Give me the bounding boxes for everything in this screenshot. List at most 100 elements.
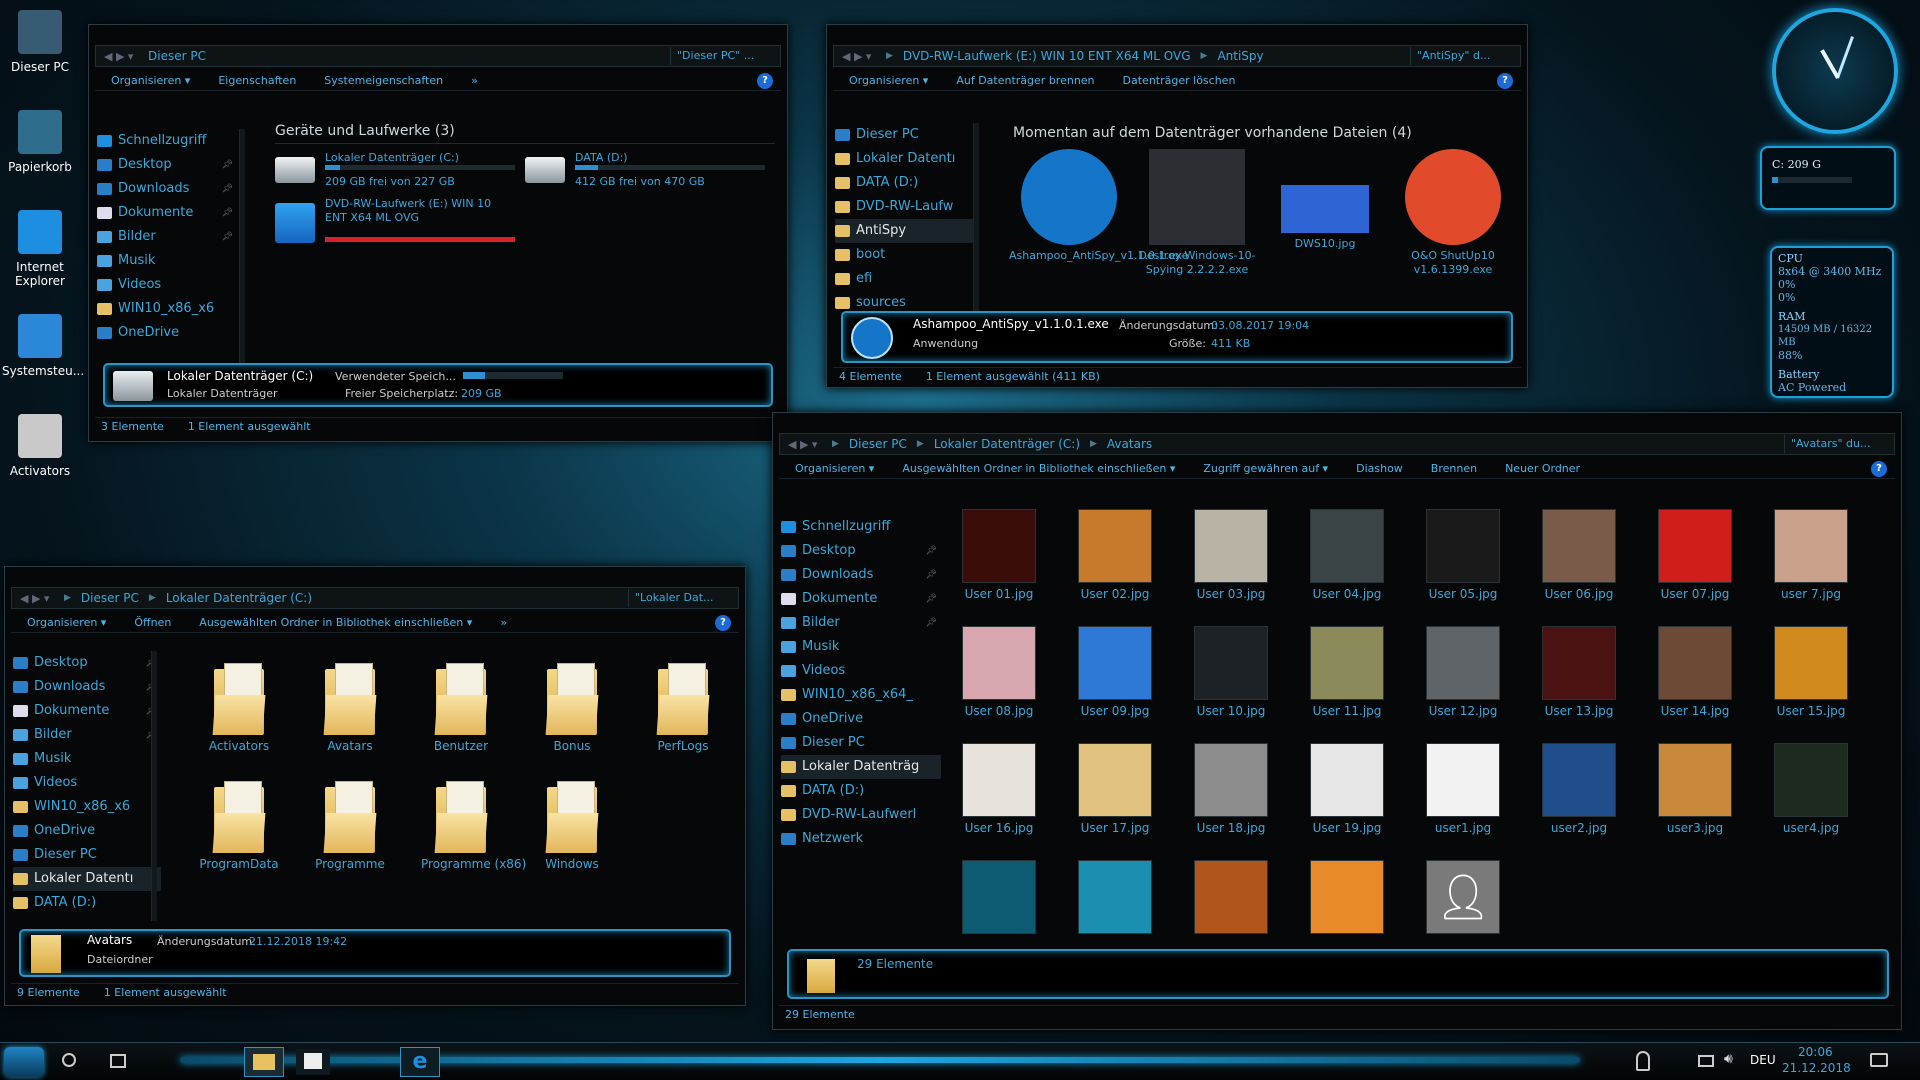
- people-icon[interactable]: [1636, 1051, 1650, 1071]
- command-button[interactable]: »: [500, 616, 507, 629]
- command-button[interactable]: »: [471, 74, 478, 87]
- command-button[interactable]: Organisieren ▾: [795, 462, 874, 475]
- breadcrumb[interactable]: Lokaler Datenträger (C:): [934, 437, 1080, 451]
- nav-item[interactable]: Lokaler Datentı: [13, 867, 161, 891]
- nav-item[interactable]: Bilder 📌︎: [781, 611, 941, 635]
- nav-item[interactable]: Dieser PC: [781, 731, 941, 755]
- nav-item[interactable]: WIN10_x86_x6: [97, 297, 237, 321]
- pin-icon[interactable]: 📌︎: [222, 225, 233, 249]
- image-thumbnail[interactable]: User 01.jpg: [953, 509, 1045, 601]
- command-button[interactable]: Diashow: [1356, 462, 1403, 475]
- breadcrumb[interactable]: Dieser PC: [849, 437, 907, 451]
- nav-item[interactable]: Bilder 📌︎: [97, 225, 237, 249]
- image-thumbnail[interactable]: user 7.jpg: [1765, 509, 1857, 601]
- folder-item[interactable]: Activators: [199, 663, 279, 753]
- image-thumbnail[interactable]: User 16.jpg: [953, 743, 1045, 835]
- image-thumbnail[interactable]: User 03.jpg: [1185, 509, 1277, 601]
- breadcrumb[interactable]: Dieser PC: [81, 591, 139, 605]
- nav-item[interactable]: efi: [835, 267, 975, 291]
- file-explorer-taskbar-icon[interactable]: [244, 1047, 284, 1077]
- image-thumbnail[interactable]: User 08.jpg: [953, 626, 1045, 718]
- back-forward-icon[interactable]: ◀ ▶ ▾: [834, 50, 886, 63]
- nav-item[interactable]: DATA (D:): [13, 891, 161, 915]
- window-local-disk[interactable]: ◀ ▶ ▾ ▶ Dieser PC ▶ Lokaler Datenträger (C:)…: [4, 566, 746, 1006]
- file-item[interactable]: DWS10.jpg: [1265, 149, 1385, 251]
- nav-item[interactable]: Schnellzugriff: [781, 515, 941, 539]
- nav-item[interactable]: DVD-RW-Laufwerl: [781, 803, 941, 827]
- desktop-icon[interactable]: Activators: [2, 414, 78, 478]
- nav-item[interactable]: Dokumente📌︎: [13, 699, 161, 723]
- command-button[interactable]: Öffnen: [134, 616, 171, 629]
- image-thumbnail[interactable]: User 11.jpg: [1301, 626, 1393, 718]
- search-input[interactable]: "Avatars" du...: [1784, 435, 1894, 453]
- image-thumbnail[interactable]: User 14.jpg: [1649, 626, 1741, 718]
- help-icon[interactable]: ?: [757, 72, 773, 89]
- breadcrumb[interactable]: DVD-RW-Laufwerk (E:) WIN 10 ENT X64 ML O…: [903, 49, 1191, 63]
- nav-item[interactable]: WIN10_x86_x6: [13, 795, 161, 819]
- image-thumbnail[interactable]: User 19.jpg: [1301, 743, 1393, 835]
- command-button[interactable]: Organisieren ▾: [849, 74, 928, 87]
- nav-item[interactable]: Downloads 📌︎: [781, 563, 941, 587]
- command-button[interactable]: Organisieren ▾: [111, 74, 190, 87]
- command-button[interactable]: Organisieren ▾: [27, 616, 106, 629]
- nav-item[interactable]: boot: [835, 243, 975, 267]
- nav-item[interactable]: Netzwerk: [781, 827, 941, 851]
- folder-item[interactable]: ProgramData: [199, 781, 279, 871]
- command-button[interactable]: Brennen: [1431, 462, 1477, 475]
- back-forward-icon[interactable]: ◀ ▶ ▾: [780, 438, 832, 451]
- image-thumbnail[interactable]: User 06.jpg: [1533, 509, 1625, 601]
- network-icon[interactable]: [1698, 1055, 1714, 1067]
- image-thumbnail[interactable]: user1.jpg: [1417, 743, 1509, 835]
- command-button[interactable]: Datenträger löschen: [1123, 74, 1236, 87]
- nav-item[interactable]: OneDrive: [97, 321, 237, 345]
- image-thumbnail[interactable]: User 12.jpg: [1417, 626, 1509, 718]
- folder-item[interactable]: Benutzer: [421, 663, 501, 753]
- nav-item[interactable]: Videos: [97, 273, 237, 297]
- image-thumbnail[interactable]: User 15.jpg: [1765, 626, 1857, 718]
- nav-item[interactable]: WIN10_x86_x64_: [781, 683, 941, 707]
- nav-item[interactable]: Dokumente📌︎: [781, 587, 941, 611]
- drive-tile[interactable]: DATA (D:) 412 GB frei von 470 GB: [525, 151, 765, 195]
- nav-item[interactable]: Dieser PC: [13, 843, 161, 867]
- drive-tile[interactable]: Lokaler Datenträger (C:) 209 GB frei von …: [275, 151, 515, 195]
- search-input[interactable]: "Lokaler Dat...: [628, 589, 738, 607]
- nav-item[interactable]: OneDrive: [13, 819, 161, 843]
- image-thumbnail[interactable]: User 02.jpg: [1069, 509, 1161, 601]
- desktop-icon[interactable]: Dieser PC: [2, 10, 78, 74]
- image-thumbnail[interactable]: user3.jpg: [1649, 743, 1741, 835]
- nav-item[interactable]: Musik: [13, 747, 161, 771]
- pin-icon[interactable]: 📌︎: [926, 611, 937, 635]
- file-item[interactable]: Ashampoo_AntiSpy_v1.1.0.1.exe: [1009, 149, 1188, 263]
- breadcrumb[interactable]: Avatars: [1107, 437, 1152, 451]
- image-thumbnail[interactable]: user4.jpg: [1765, 743, 1857, 835]
- nav-item[interactable]: Lokaler Datentı: [835, 147, 975, 171]
- task-view-icon[interactable]: [110, 1054, 126, 1068]
- image-thumbnail[interactable]: User 09.jpg: [1069, 626, 1161, 718]
- nav-item[interactable]: DATA (D:): [781, 779, 941, 803]
- file-item[interactable]: O&O ShutUp10 v1.6.1399.exe: [1393, 149, 1513, 277]
- drive-tile[interactable]: DVD-RW-Laufwerk (E:) WIN 10 ENT X64 ML O…: [275, 197, 515, 243]
- nav-item[interactable]: Musik: [781, 635, 941, 659]
- breadcrumb[interactable]: Dieser PC: [148, 49, 206, 63]
- help-icon[interactable]: ?: [1497, 72, 1513, 89]
- start-button[interactable]: [4, 1047, 44, 1077]
- scrollbar[interactable]: [239, 129, 245, 374]
- image-thumbnail[interactable]: [953, 860, 1045, 938]
- search-input[interactable]: "Dieser PC" ...: [670, 47, 780, 65]
- image-thumbnail[interactable]: 👤︎: [1417, 860, 1509, 938]
- image-thumbnail[interactable]: User 13.jpg: [1533, 626, 1625, 718]
- command-button[interactable]: Neuer Ordner: [1505, 462, 1580, 475]
- desktop-icon[interactable]: Papierkorb: [2, 110, 78, 174]
- nav-item[interactable]: Dieser PC: [835, 123, 975, 147]
- edge-taskbar-icon[interactable]: e: [400, 1047, 440, 1077]
- pin-icon[interactable]: 📌︎: [222, 177, 233, 201]
- address-bar[interactable]: ◀ ▶ ▾ ▶ Dieser PC ▶ Lokaler Datenträger (C:)…: [11, 587, 739, 609]
- back-forward-icon[interactable]: ◀ ▶ ▾: [12, 592, 64, 605]
- nav-item[interactable]: OneDrive: [781, 707, 941, 731]
- nav-item[interactable]: Lokaler Datenträg: [781, 755, 941, 779]
- nav-item[interactable]: Dokumente📌︎: [97, 201, 237, 225]
- nav-item[interactable]: Videos: [13, 771, 161, 795]
- address-bar[interactable]: ◀ ▶ ▾ Dieser PC "Dieser PC" ...: [95, 45, 781, 67]
- help-icon[interactable]: ?: [715, 614, 731, 631]
- image-thumbnail[interactable]: User 18.jpg: [1185, 743, 1277, 835]
